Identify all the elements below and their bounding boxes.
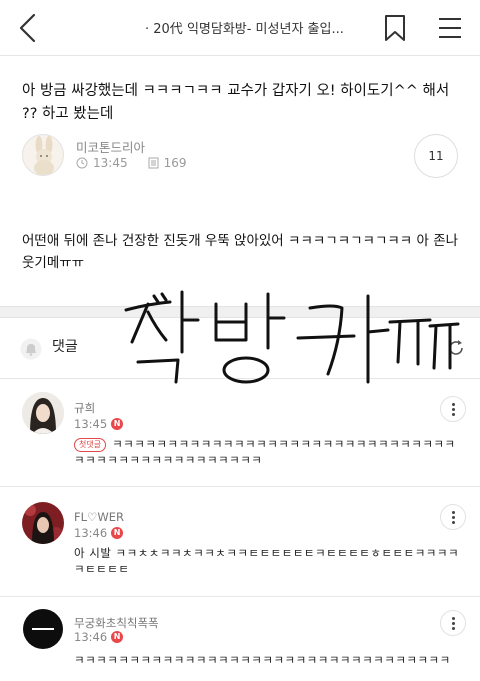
comment-separator [0, 596, 480, 597]
clock-icon [76, 157, 88, 169]
comment-time: 13:46 [74, 630, 108, 644]
bookmark-icon[interactable] [384, 14, 406, 42]
profile-photo-icon [22, 502, 64, 544]
comment-time-row: 13:45 N [74, 417, 124, 431]
comment-text: ㅋㅋㅋㅋㅋㅋㅋㅋㅋㅋㅋㅋㅋㅋㅋㅋㅋㅋㅋㅋㅋㅋㅋㅋㅋㅋㅋㅋㅋㅋㅋㅋㅋㅋ [74, 653, 451, 667]
comment-separator [0, 486, 480, 487]
chevron-left-icon[interactable] [14, 12, 42, 44]
comment-time-row: 13:46 N [74, 630, 124, 644]
post-title: 아 방금 싸강했는데 ㅋㅋㅋㄱㅋㅋ 교수가 갑자기 오! 하이도기^^ 해서 ?… [22, 83, 450, 122]
comment-text: 첫댓글 ㅋㅋㅋㅋㅋㅋㅋㅋㅋㅋㅋㅋㅋㅋㅋㅋㅋㅋㅋㅋㅋㅋㅋㅋㅋㅋㅋㅋㅋㅋㅋㅋㅋㅋㅋㅋㅋ… [74, 436, 466, 468]
comments-header: 댓글 [0, 330, 480, 376]
commenter-avatar[interactable] [22, 392, 64, 434]
section-divider [0, 306, 480, 318]
comment-count-button[interactable]: 11 [414, 134, 458, 178]
bell-icon[interactable] [20, 338, 42, 360]
document-views-icon [148, 157, 159, 169]
comments-divider [0, 378, 480, 379]
hamburger-menu-icon[interactable] [438, 16, 462, 40]
author-name[interactable]: 미코톤드리아 [76, 137, 145, 156]
post-body: 어떤애 뒤에 존나 건장한 진돗개 우뚝 앉아있어 ㅋㅋㅋㄱㅋㄱㅋㄱㅋㅋ 아 존… [22, 233, 459, 271]
refresh-icon[interactable] [446, 338, 466, 358]
comment-text: 아 시발 ㅋㅋㅊㅊㅋㅋㅊㅋㅋㅊㅋㅋㅌㅌㅌㅌㅌㅌㅋㅌㅌㅌㅌㅎㅌㅌㅌㅋㅋㅋㅋㅋㅌㅌㅌ… [74, 546, 460, 576]
comment-time-row: 13:46 N [74, 526, 124, 540]
commenter-name[interactable]: 규희 [74, 400, 95, 416]
top-bar: · 20代 익명담화방- 미성년자 출입... [0, 0, 480, 56]
post-views: 169 [163, 156, 187, 170]
comment-time: 13:45 [74, 417, 108, 431]
board-title[interactable]: · 20代 익명담화방- 미성년자 출입... [145, 18, 345, 37]
new-badge: N [111, 527, 124, 539]
post-meta: 13:45 169 [76, 156, 187, 170]
rabbit-plush-icon [34, 136, 54, 175]
comment-more-button[interactable] [440, 396, 466, 422]
commenter-name[interactable]: 무궁화초칙칙폭폭 [74, 615, 159, 631]
author-avatar[interactable] [22, 134, 64, 176]
comment-more-button[interactable] [440, 610, 466, 636]
comment-more-button[interactable] [440, 504, 466, 530]
new-badge: N [111, 631, 124, 643]
post-time: 13:45 [93, 156, 128, 170]
commenter-avatar[interactable] [22, 502, 64, 544]
profile-photo-icon [22, 608, 64, 650]
commenter-name[interactable]: FL♡WER [74, 510, 124, 524]
comment-time: 13:46 [74, 526, 108, 540]
first-comment-badge: 첫댓글 [74, 438, 107, 452]
commenter-avatar[interactable] [22, 608, 64, 650]
new-badge: N [111, 418, 124, 430]
profile-photo-icon [22, 392, 64, 434]
comment-text-content: ㅋㅋㅋㅋㅋㅋㅋㅋㅋㅋㅋㅋㅋㅋㅋㅋㅋㅋㅋㅋㅋㅋㅋㅋㅋㅋㅋㅋㅋㅋㅋㅋㅋㅋㅋㅋㅋㅋㅋㅋ… [74, 437, 456, 467]
comments-label: 댓글 [52, 339, 78, 355]
